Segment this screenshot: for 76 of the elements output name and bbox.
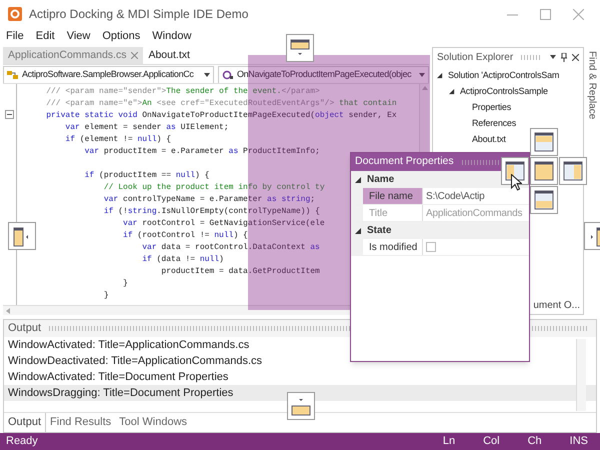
code-line: if (rootControl != null) {	[122, 230, 248, 242]
floating-window-title: Document Properties	[355, 154, 454, 170]
cursor-icon	[511, 174, 522, 191]
status-indicator: Ch	[528, 434, 542, 450]
dropdown-value: ActiproSoftware.SampleBrowser.ApplicationCc	[22, 68, 194, 82]
expander-icon[interactable]	[355, 228, 361, 234]
category-label: State	[367, 224, 392, 238]
expander-icon[interactable]	[449, 89, 455, 95]
property-value[interactable]: S:\Code\Actip	[423, 188, 529, 204]
side-tab[interactable]: Find & Replace	[584, 51, 600, 315]
pane-icon	[533, 189, 555, 211]
close-icon[interactable]	[572, 54, 579, 60]
dropdown-arrow-icon	[419, 73, 425, 77]
property-name[interactable]: File name	[363, 188, 423, 204]
pane-icon	[533, 160, 555, 182]
menu-item[interactable]: Edit	[36, 28, 55, 45]
app-logo-icon	[8, 7, 22, 21]
panel-title: Solution Explorer	[437, 50, 514, 64]
tree-item[interactable]: Solution 'ActiproControlsSam	[448, 69, 560, 83]
code-line: if (productItem == null) {	[84, 170, 210, 182]
tree-item[interactable]: ActiproControlsSample	[460, 85, 548, 99]
code-line: /// <param name="sender">The sender of the event.</param>	[45, 86, 320, 98]
code-line: // Look up the product item info by control ty	[102, 182, 325, 194]
checkbox[interactable]	[426, 242, 436, 252]
code-line: }	[122, 278, 128, 290]
pane-icon	[533, 131, 555, 153]
output-line[interactable]: WindowActivated: Title=ApplicationCommands.cs	[4, 337, 596, 353]
dock-guide-overlay[interactable]	[530, 186, 558, 214]
dock-guide-overlay[interactable]	[501, 157, 529, 185]
dropdown-arrow-icon	[204, 73, 210, 77]
tree-item[interactable]: About.txt	[472, 133, 506, 147]
expander-icon[interactable]	[355, 176, 361, 182]
code-line: if (element != null) {	[64, 134, 172, 146]
status-indicator: INS	[570, 434, 588, 450]
output-line[interactable]: WindowDeactivated: Title=ApplicationCommands.cs	[4, 353, 596, 369]
status-indicator: Col	[483, 434, 500, 450]
expander-icon[interactable]	[437, 73, 443, 79]
dock-guide-overlay[interactable]	[559, 157, 587, 185]
code-line: var data = rootControl.DataContext as	[141, 242, 320, 254]
tree-item[interactable]: References	[472, 117, 516, 131]
collapse-icon[interactable]	[5, 110, 14, 119]
class-icon	[7, 70, 19, 80]
pin-icon[interactable]	[561, 52, 567, 62]
category-label: Name	[367, 173, 394, 187]
dock-guide-overlay[interactable]	[530, 157, 558, 185]
panel-tab[interactable]: ument O...	[533, 298, 580, 313]
status-text: Ready	[6, 434, 38, 450]
pane-icon	[562, 160, 584, 182]
dropdown-arrow-icon[interactable]	[550, 55, 556, 59]
output-line[interactable]: WindowActivated: Title=Document Properties	[4, 369, 596, 385]
output-tab[interactable]: Tool Windows	[115, 413, 192, 432]
dock-guide-overlay[interactable]	[8, 222, 36, 250]
menu-item[interactable]: Window	[152, 28, 192, 45]
code-line: var element = sender as UIElement;	[64, 122, 229, 134]
menu-item[interactable]: File	[6, 28, 24, 45]
output-tab[interactable]: Find Results	[46, 413, 116, 432]
code-line: }	[102, 290, 109, 302]
vertical-scrollbar[interactable]	[576, 339, 586, 411]
menu-item[interactable]: Options	[102, 28, 140, 45]
dock-guide-overlay[interactable]	[286, 34, 314, 62]
code-line: var controlTypeName = e.Parameter as string;	[102, 194, 316, 206]
dock-guide-overlay[interactable]	[530, 128, 558, 156]
code-line: if (!string.IsNullOrEmpty(controlTypeName)) {	[102, 206, 320, 218]
pane-icon	[504, 160, 526, 182]
code-line: productItem = data.GetProductItem	[160, 266, 320, 278]
tree-item[interactable]: Properties	[472, 101, 512, 115]
navigation-dropdown[interactable]: ActiproSoftware.SampleBrowser.ApplicationCc	[3, 66, 214, 84]
property-name[interactable]: Is modified	[363, 239, 423, 255]
method-icon	[222, 70, 234, 80]
panel-title: Output	[8, 321, 42, 336]
code-line: var rootControl = GetNavigationService(ele	[122, 218, 325, 230]
code-line: private static void OnNavigateToProductItemPageExecuted(object sender, Ex	[45, 110, 397, 122]
status-indicator: Ln	[442, 434, 456, 450]
window-title: Actipro Docking & MDI Simple IDE Demo	[29, 6, 248, 23]
code-line: if (data != null)	[141, 254, 224, 266]
menu-item[interactable]: View	[66, 28, 90, 45]
